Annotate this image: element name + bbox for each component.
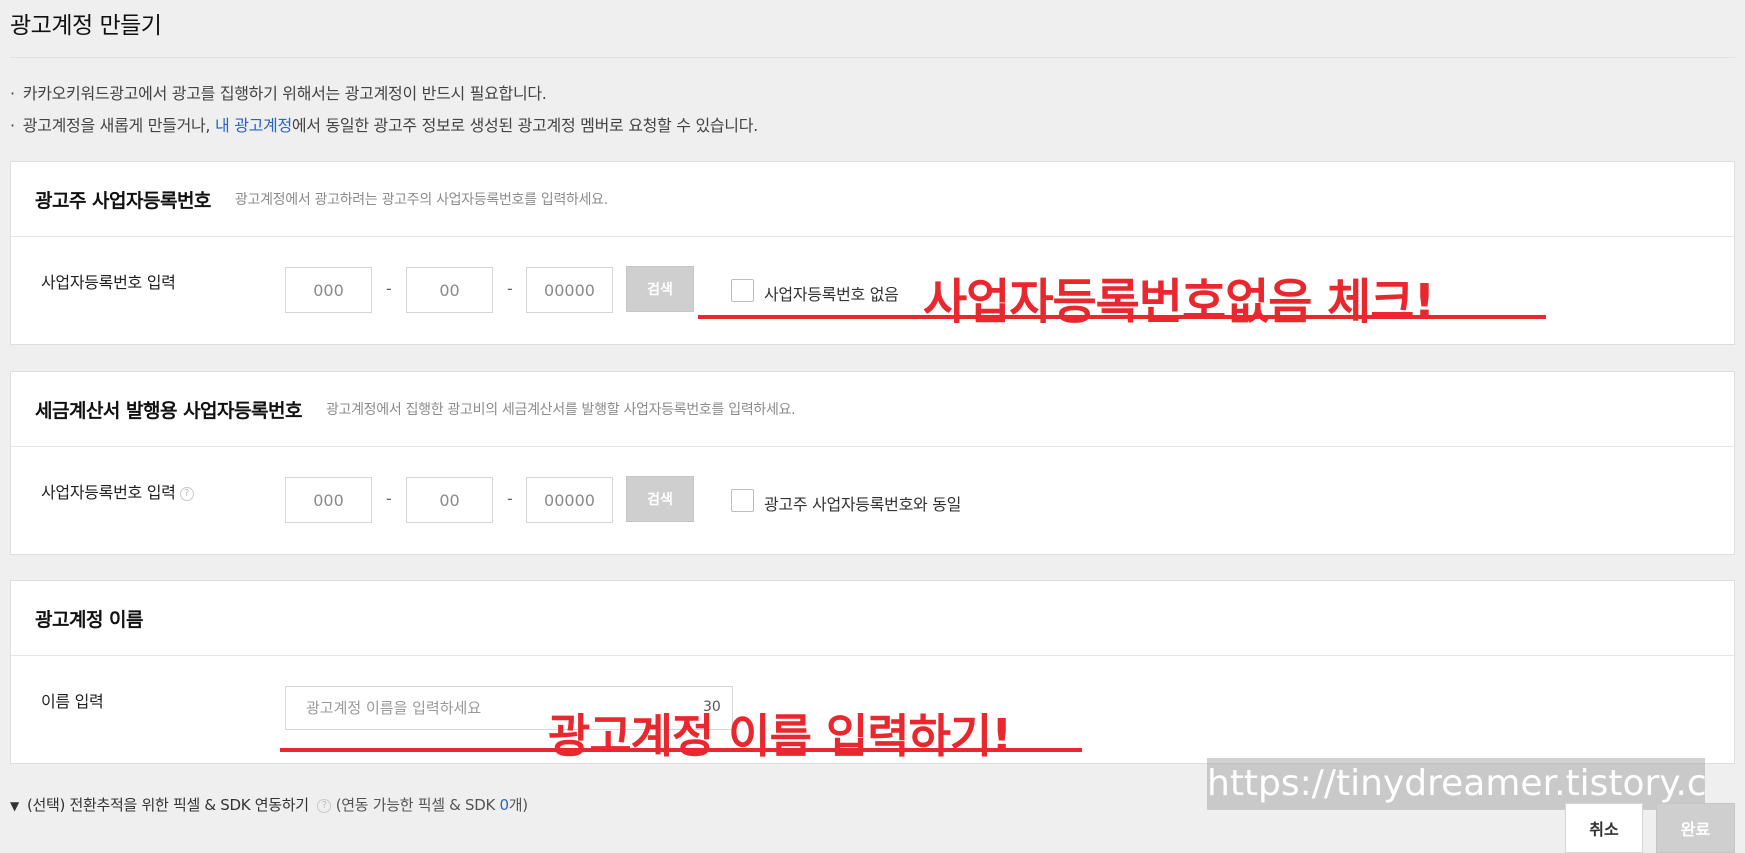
- business-number-part-2[interactable]: [406, 267, 493, 313]
- section-title: 광고주 사업자등록번호: [35, 189, 211, 212]
- section-header: 세금계산서 발행용 사업자등록번호 광고계정에서 집행한 광고비의 세금계산서를…: [11, 372, 1734, 447]
- page-title: 광고계정 만들기: [10, 13, 162, 39]
- no-business-number-checkbox[interactable]: [731, 279, 754, 302]
- section-body: 사업자등록번호 입력? - - 검색 광고주 사업자등록번호와 동일: [11, 447, 1734, 555]
- tax-business-number-part-1[interactable]: [285, 477, 372, 523]
- annotation-underline: [280, 748, 1082, 752]
- section-header: 광고계정 이름: [11, 581, 1734, 656]
- section-title: 광고계정 이름: [35, 608, 144, 631]
- cancel-button[interactable]: 취소: [1565, 803, 1643, 853]
- section-description: 광고계정에서 집행한 광고비의 세금계산서를 발행할 사업자등록번호를 입력하세…: [325, 402, 796, 418]
- caret-down-icon: ▼: [10, 799, 19, 813]
- bullet-icon: ·: [10, 84, 15, 103]
- pixel-sdk-sub-text: (연동 가능한 픽셀 & SDK: [335, 796, 500, 814]
- bullet-icon: ·: [10, 116, 15, 135]
- tax-business-number-part-2[interactable]: [406, 477, 493, 523]
- help-icon[interactable]: ?: [179, 486, 194, 501]
- section-description: 광고계정에서 광고하려는 광고주의 사업자등록번호를 입력하세요.: [234, 192, 608, 208]
- pixel-sdk-toggle[interactable]: ▼ (선택) 전환추적을 위한 픽셀 & SDK 연동하기 ? (연동 가능한 픽…: [10, 794, 528, 815]
- title-divider: [10, 57, 1735, 58]
- annotation-name: 광고계정 이름 입력하기!: [548, 709, 1012, 763]
- done-button[interactable]: 완료: [1656, 803, 1735, 853]
- checkbox-label[interactable]: 광고주 사업자등록번호와 동일: [764, 491, 961, 515]
- dash-separator: -: [386, 279, 392, 298]
- dash-separator: -: [507, 489, 513, 508]
- annotation-underline: [698, 315, 1546, 319]
- notice-line-2: · 광고계정을 새롭게 만들거나, 내 광고계정에서 동일한 광고주 정보로 생성…: [10, 112, 758, 136]
- search-button[interactable]: 검색: [626, 266, 694, 312]
- annotation-check: 사업자등록번호없음 체크!: [923, 274, 1435, 330]
- notice-text: 광고계정을 새롭게 만들거나,: [22, 116, 215, 135]
- section-body: 사업자등록번호 입력 - - 검색 사업자등록번호 없음: [11, 237, 1734, 345]
- notice-line-1: · 카카오키워드광고에서 광고를 집행하기 위해서는 광고계정이 반드시 필요합니…: [10, 80, 547, 104]
- tax-business-number-part-3[interactable]: [526, 477, 613, 523]
- notice-text: 에서 동일한 광고주 정보로 생성된 광고계정 멤버로 요청할 수 있습니다.: [291, 116, 758, 135]
- section-title: 세금계산서 발행용 사업자등록번호: [35, 399, 302, 422]
- pixel-sdk-sub-text: 개): [508, 796, 528, 814]
- field-label-text: 사업자등록번호 입력: [41, 483, 176, 502]
- dash-separator: -: [386, 489, 392, 508]
- pixel-sdk-sub: (연동 가능한 픽셀 & SDK 0개): [336, 796, 528, 814]
- search-button[interactable]: 검색: [626, 476, 694, 522]
- business-number-part-3[interactable]: [526, 267, 613, 313]
- dash-separator: -: [507, 279, 513, 298]
- field-label: 이름 입력: [41, 692, 104, 711]
- pixel-sdk-count: 0: [499, 796, 510, 814]
- business-number-part-1[interactable]: [285, 267, 372, 313]
- field-label: 사업자등록번호 입력?: [41, 479, 194, 503]
- notice-text: 카카오키워드광고에서 광고를 집행하기 위해서는 광고계정이 반드시 필요합니다…: [22, 84, 547, 103]
- help-icon[interactable]: ?: [317, 798, 332, 813]
- field-label: 사업자등록번호 입력: [41, 273, 176, 292]
- my-ad-account-link[interactable]: 내 광고계정: [215, 116, 292, 135]
- checkbox-label[interactable]: 사업자등록번호 없음: [764, 281, 899, 305]
- section-header: 광고주 사업자등록번호 광고계정에서 광고하려는 광고주의 사업자등록번호를 입…: [11, 162, 1734, 237]
- tax-invoice-business-number-section: 세금계산서 발행용 사업자등록번호 광고계정에서 집행한 광고비의 세금계산서를…: [10, 371, 1735, 555]
- same-as-advertiser-checkbox[interactable]: [731, 489, 754, 512]
- pixel-sdk-label: (선택) 전환추적을 위한 픽셀 & SDK 연동하기: [26, 796, 309, 814]
